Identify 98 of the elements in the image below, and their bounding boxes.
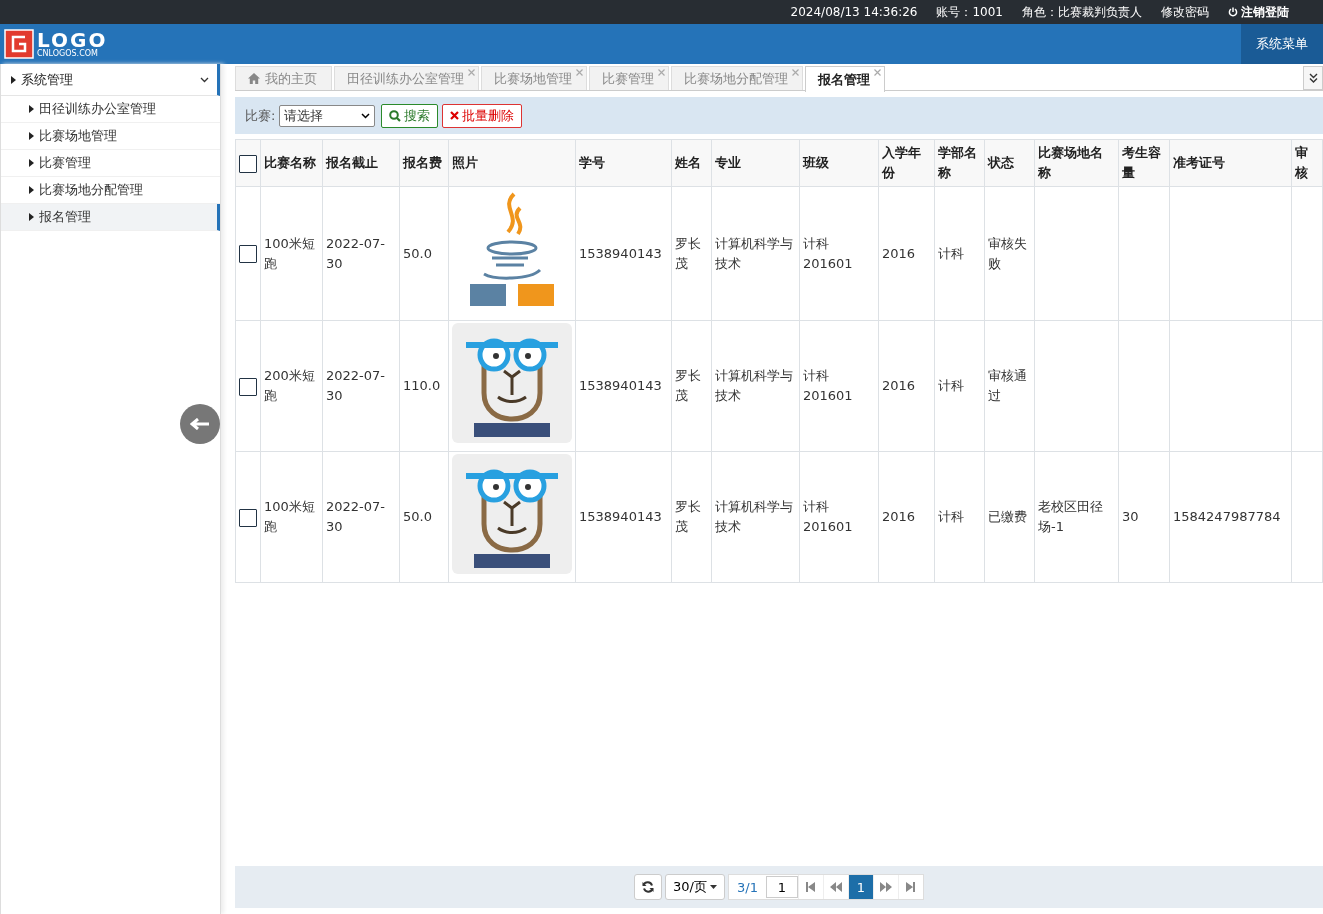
search-button[interactable]: 搜索	[381, 103, 439, 128]
row-checkbox[interactable]	[239, 377, 257, 396]
refresh-icon	[642, 881, 655, 893]
batch-delete-button[interactable]: 批量删除	[442, 103, 523, 128]
caret-right-icon	[29, 159, 34, 167]
system-menu-button[interactable]: 系统菜单	[1241, 24, 1323, 64]
table-cell: 2016	[878, 320, 935, 452]
table-cell: 2022-07-30	[322, 451, 400, 583]
caret-right-icon	[29, 132, 34, 140]
close-icon[interactable]	[874, 69, 881, 76]
row-checkbox[interactable]	[239, 245, 257, 263]
logout-link[interactable]: 注销登陆	[1228, 3, 1289, 21]
table-cell: 计科	[934, 320, 985, 452]
sidebar-item[interactable]: 报名管理	[1, 204, 220, 231]
caret-right-icon	[29, 105, 34, 113]
caret-right-icon	[29, 186, 34, 194]
tab-list-button[interactable]	[1303, 66, 1323, 90]
table-cell: 罗长茂	[671, 320, 712, 452]
close-icon	[450, 111, 460, 120]
last-page-icon	[906, 882, 916, 892]
logo-title: LOGO	[37, 30, 108, 50]
column-header: 班级	[799, 139, 879, 187]
column-header: 学部名称	[934, 139, 985, 187]
first-page-icon	[806, 882, 816, 892]
home-icon	[248, 73, 260, 84]
table-cell: 2016	[878, 186, 935, 321]
column-header: 报名截止	[322, 139, 400, 187]
double-chevron-icon	[1308, 73, 1318, 83]
column-header: 比赛场地名称	[1034, 139, 1119, 187]
table-cell: 计科	[934, 186, 985, 321]
filter-label: 比赛:	[245, 106, 276, 125]
caret-right-icon	[29, 213, 34, 221]
table-cell: 审核通过	[984, 320, 1035, 452]
search-icon	[389, 109, 402, 122]
logo-subtitle: CNLOGOS.COM	[37, 50, 99, 58]
role-text: 角色：比赛裁判负责人	[1022, 3, 1142, 21]
table-cell: 1584247987784	[1169, 451, 1292, 583]
table-cell: 100米短跑	[260, 186, 323, 321]
table-cell: 计科201601	[799, 320, 879, 452]
column-header: 入学年份	[878, 139, 935, 187]
datetime-text: 2024/08/13 14:36:26	[790, 5, 918, 19]
fast-forward-icon	[879, 882, 892, 892]
column-header: 专业	[711, 139, 800, 187]
column-header: 审核	[1291, 139, 1323, 187]
refresh-button[interactable]	[634, 874, 663, 900]
page-info: 3/1	[736, 878, 759, 897]
column-header: 报名费	[399, 139, 449, 187]
table-cell: 罗长茂	[671, 451, 712, 583]
sidebar-item[interactable]: 比赛管理	[1, 150, 220, 177]
table-cell: 2022-07-30	[322, 320, 400, 452]
column-header: 考生容量	[1118, 139, 1170, 187]
sidebar-item[interactable]: 比赛场地管理	[1, 123, 220, 150]
table-cell: 50.0	[399, 451, 449, 583]
table-cell: 2022-07-30	[322, 186, 400, 321]
column-header: 状态	[984, 139, 1035, 187]
table-cell: 1538940143	[575, 186, 672, 321]
account-text: 账号：1001	[936, 3, 1003, 21]
table-cell: 100米短跑	[260, 451, 323, 583]
table-cell: 审核失败	[984, 186, 1035, 321]
page-button[interactable]: 1	[847, 875, 873, 899]
table-cell: 1538940143	[575, 320, 672, 452]
caret-icon	[361, 112, 371, 119]
table-cell: 110.0	[399, 320, 449, 452]
table-cell: 计算机科学与技术	[711, 451, 800, 583]
column-header: 照片	[448, 139, 576, 187]
page-input[interactable]: 1	[765, 876, 798, 898]
table-cell: 50.0	[399, 186, 449, 321]
sidebar-item[interactable]: 田径训练办公室管理	[1, 96, 220, 123]
table-cell: 老校区田径场-1	[1034, 451, 1119, 583]
table-cell: 30	[1118, 451, 1170, 583]
table-cell: 计算机科学与技术	[711, 320, 800, 452]
table-cell: 200米短跑	[260, 320, 323, 452]
table-cell: 计算机科学与技术	[711, 186, 800, 321]
table-cell: 已缴费	[984, 451, 1035, 583]
table-cell: 罗长茂	[671, 186, 712, 321]
table-cell: 计科201601	[799, 186, 879, 321]
table-cell: 计科201601	[799, 451, 879, 583]
change-password-link[interactable]: 修改密码	[1161, 3, 1209, 21]
select-all-checkbox[interactable]	[239, 154, 257, 173]
tab[interactable]: 报名管理	[805, 66, 885, 92]
column-header: 学号	[575, 139, 672, 187]
rewind-icon	[829, 882, 842, 892]
row-checkbox[interactable]	[239, 508, 257, 527]
collapse-sidebar-button[interactable]	[180, 404, 220, 444]
chevron-icon	[200, 76, 209, 83]
logo-mark-icon	[4, 29, 34, 59]
table-cell: 1538940143	[575, 451, 672, 583]
table-cell: 2016	[878, 451, 935, 583]
column-header: 准考证号	[1169, 139, 1292, 187]
column-header: 比赛名称	[260, 139, 323, 187]
table-cell: 计科	[934, 451, 985, 583]
competition-select[interactable]: 请选择	[279, 104, 376, 127]
arrow-left-icon	[190, 418, 210, 430]
page-size-dropdown[interactable]: 30/页	[665, 874, 725, 900]
caret-right-icon	[11, 75, 16, 84]
column-header: 姓名	[671, 139, 712, 187]
power-icon	[1228, 7, 1238, 17]
caret-icon	[710, 885, 717, 889]
